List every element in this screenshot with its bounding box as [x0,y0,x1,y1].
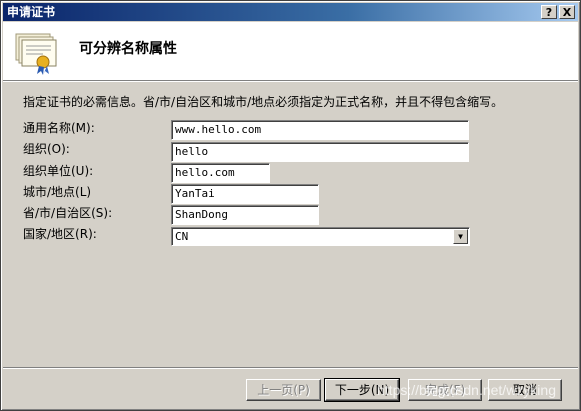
header-separator [3,81,578,82]
close-button[interactable]: X [559,5,575,19]
instructions-text: 指定证书的必需信息。省/市/自治区和城市/地点必须指定为正式名称，并且不得包含缩… [23,95,504,109]
help-button[interactable]: ? [541,5,557,19]
country-label: 国家/地区(R): [23,227,97,241]
country-select-value: CN [175,230,189,243]
footer-separator [3,367,578,369]
city-label: 城市/地点(L) [23,185,92,199]
state-input[interactable]: ShanDong [171,205,319,225]
common-name-input[interactable]: www.hello.com [171,120,469,140]
certificate-icon [15,33,57,75]
dialog-window: 申请证书 ? X 可分辨名称属性 指定证书的必需信息。省/市/自治区和城市/地点… [0,0,581,411]
organization-input[interactable]: hello [171,142,469,162]
back-button[interactable]: 上一页(P) [246,379,321,401]
window-title: 申请证书 [7,5,56,19]
organization-label: 组织(O): [23,142,70,156]
country-select[interactable]: CN ▼ [171,227,470,246]
title-bar[interactable]: 申请证书 ? X [3,3,578,21]
state-label: 省/市/自治区(S): [23,206,113,220]
watermark-text: https://blog.csdn.net/wzyking [377,382,556,398]
dropdown-arrow-icon[interactable]: ▼ [453,229,468,244]
common-name-label: 通用名称(M): [23,121,95,135]
wizard-header: 可分辨名称属性 [3,22,578,81]
org-unit-input[interactable]: hello.com [171,163,270,183]
page-title: 可分辨名称属性 [79,41,177,57]
org-unit-label: 组织单位(U): [23,164,94,178]
city-input[interactable]: YanTai [171,184,319,204]
